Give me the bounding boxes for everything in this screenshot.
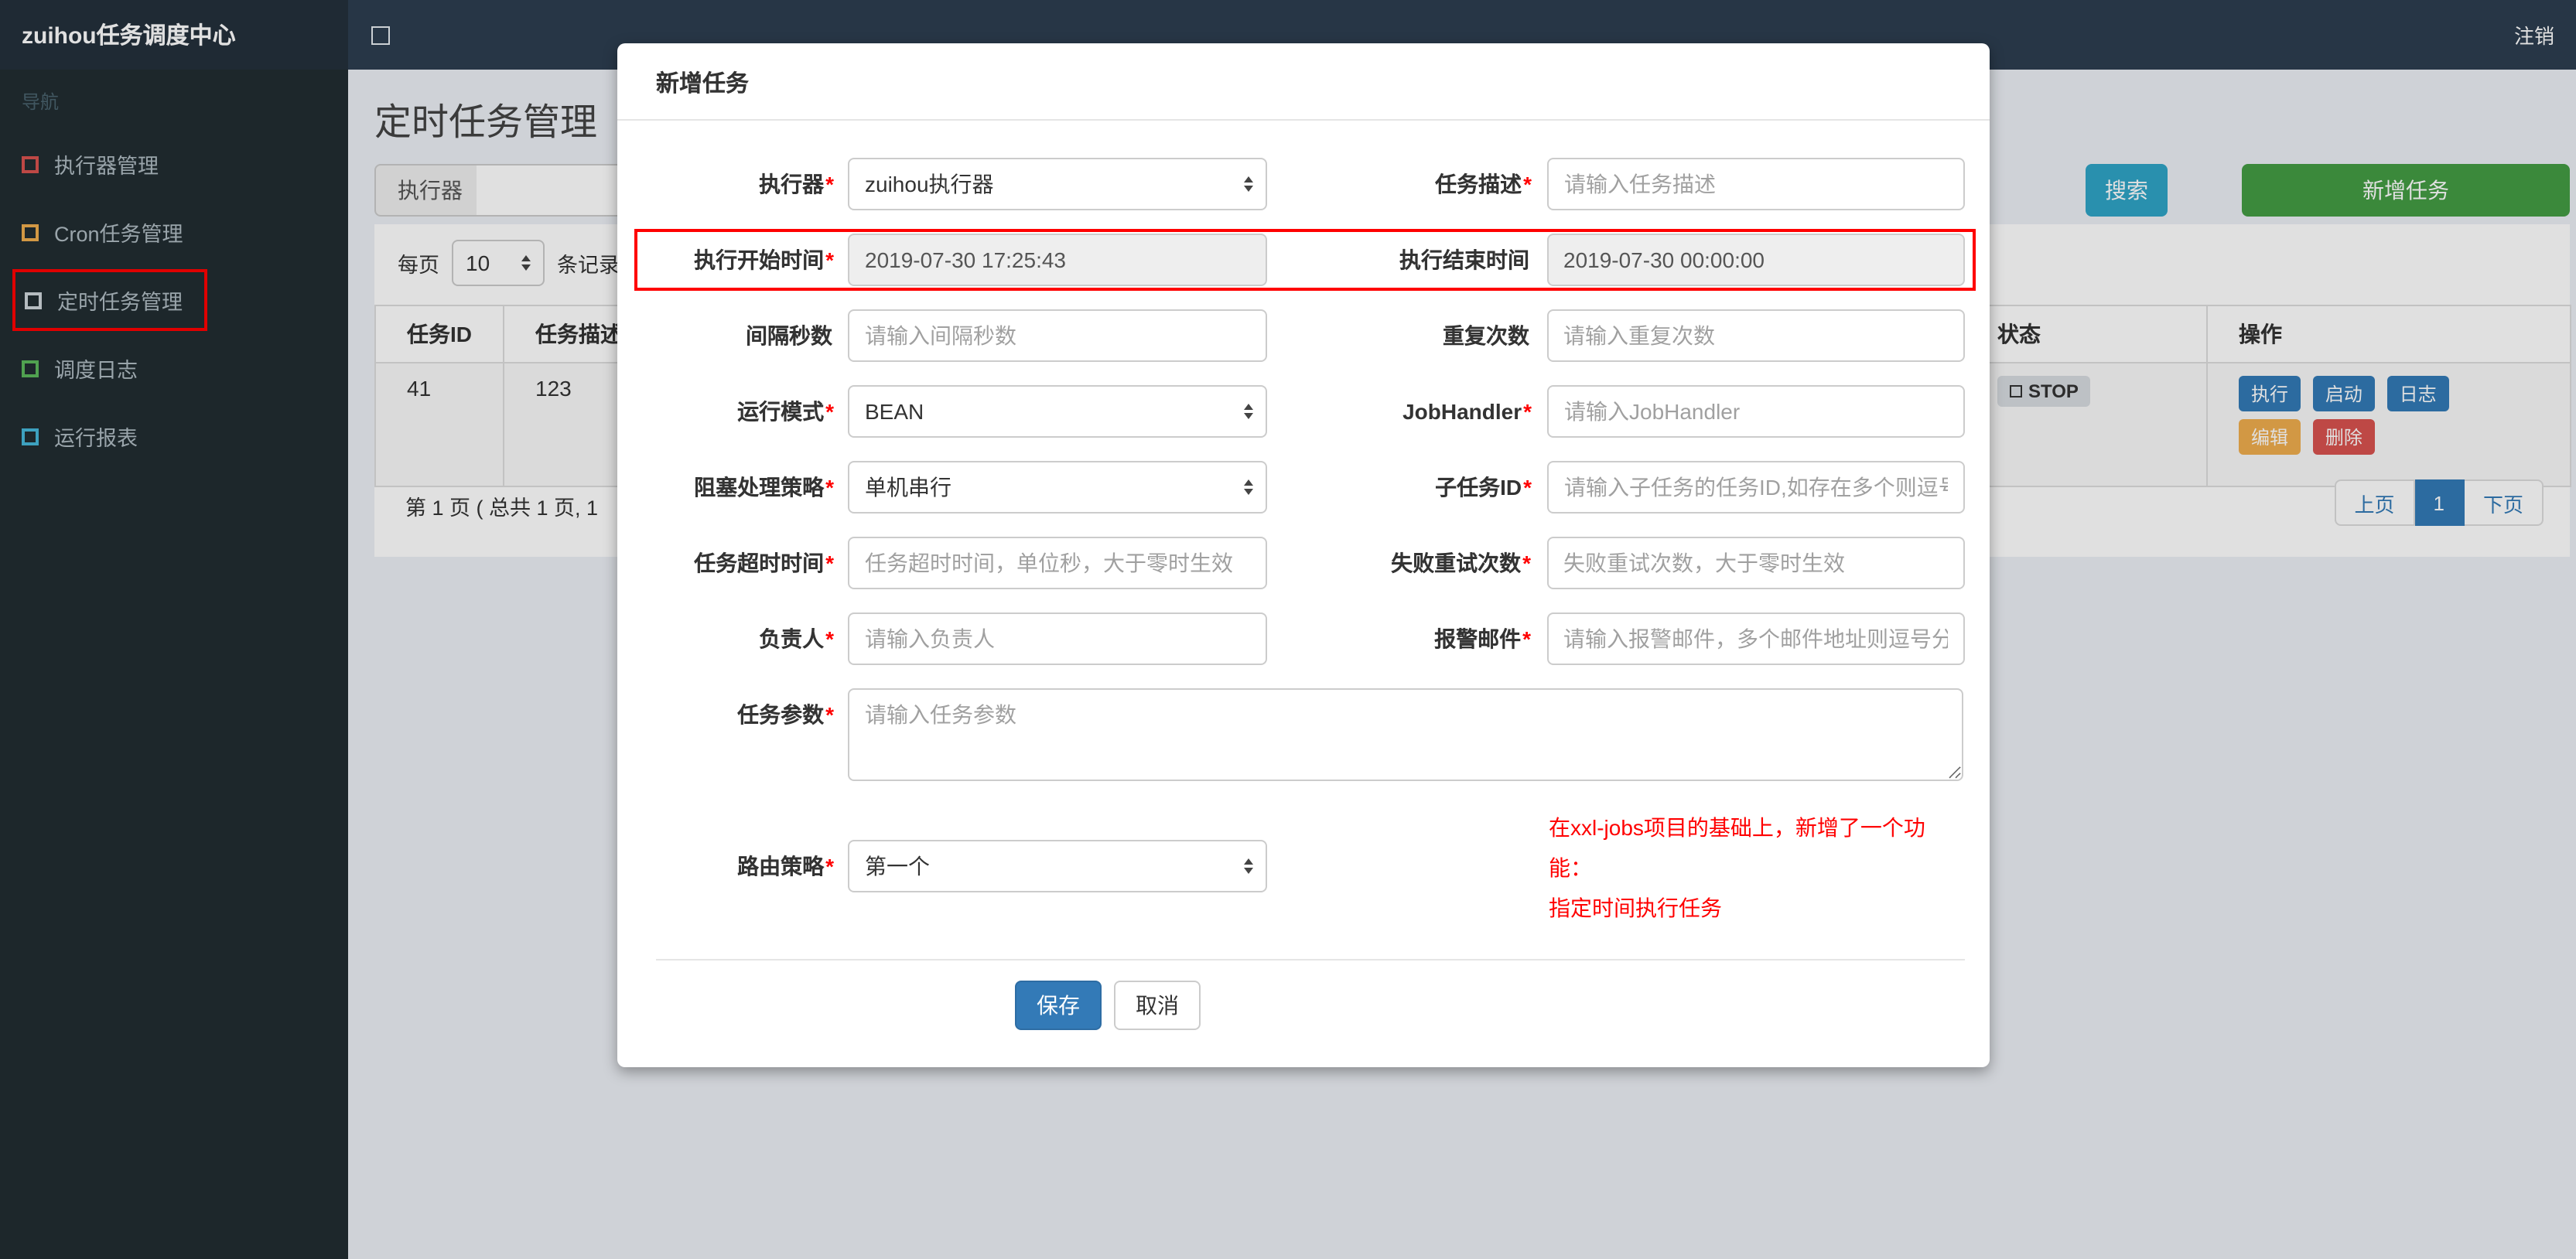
form-row-route-strategy: 路由策略 * 第一个 在xxl-jobs项目的基础上，新增了一个功能： 指定时间执… [656, 804, 1965, 928]
form-row-task-params: 任务参数 * [656, 688, 1965, 781]
form-row-executor: 执行器 * zuihou执行器 任务描述 * [656, 158, 1965, 210]
form-row-timeout: 任务超时时间* 失败重试次数* [656, 537, 1965, 589]
form-row-interval: 间隔秒数 重复次数 [656, 309, 1965, 362]
owner-input[interactable] [848, 612, 1266, 665]
timeout-label: 任务超时时间 * [694, 551, 834, 575]
jobhandler-label: JobHandler * [1402, 399, 1532, 424]
task-desc-label: 任务描述 * [1435, 172, 1532, 196]
child-task-id-label: 子任务ID * [1435, 475, 1532, 500]
select-arrows-icon [1244, 479, 1253, 495]
note-text: 在xxl-jobs项目的基础上，新增了一个功能： 指定时间执行任务 [1549, 815, 1925, 920]
block-strategy-label: 阻塞处理策略 * [694, 475, 834, 500]
repeat-count-label: 重复次数 [1443, 323, 1529, 348]
task-params-textarea[interactable] [848, 688, 1963, 781]
repeat-count-input[interactable] [1546, 309, 1965, 362]
form-row-run-mode: 运行模式 * BEAN JobHandler * [656, 385, 1965, 438]
modal-title: 新增任务 [656, 71, 750, 97]
save-button[interactable]: 保存 [1015, 981, 1102, 1030]
route-strategy-label: 路由策略 * [737, 854, 834, 879]
form-row-block-strategy: 阻塞处理策略 * 单机串行 子任务ID * [656, 461, 1965, 513]
owner-label: 负责人 * [759, 626, 834, 651]
form-row-exec-time: 执行开始时间* 执行结束时间 [634, 229, 1976, 291]
executor-select[interactable]: zuihou执行器 [848, 158, 1267, 210]
task-desc-input[interactable] [1547, 158, 1965, 210]
retry-count-label: 失败重试次数 * [1391, 551, 1531, 575]
start-time-input[interactable] [848, 234, 1266, 286]
modal-body: 执行器* zuihou执行器 任务描述* 执行开始时间* 执行结束时间 间隔秒数 [617, 121, 1990, 1030]
select-arrows-icon [1244, 404, 1253, 419]
executor-label: 执行器 * [759, 172, 834, 196]
run-mode-select[interactable]: BEAN [848, 385, 1267, 438]
modal-header: 新增任务 [617, 43, 1990, 121]
retry-count-input[interactable] [1546, 537, 1965, 589]
alarm-email-input[interactable] [1546, 612, 1965, 665]
task-params-label: 任务参数 * [737, 702, 834, 727]
modal-footer-divider [656, 959, 1965, 960]
form-row-owner: 负责人* 报警邮件* [656, 612, 1965, 665]
app-root: zuihou任务调度中心 注销 导航 执行器管理 Cron任务管理 定时任务管理… [0, 0, 2576, 1259]
add-task-modal: 新增任务 执行器* zuihou执行器 任务描述* 执行开始时间* 执行结束时间 [617, 43, 1990, 1067]
jobhandler-input[interactable] [1547, 385, 1965, 438]
end-time-label: 执行结束时间 [1399, 247, 1529, 272]
child-task-id-input[interactable] [1547, 461, 1965, 513]
end-time-input[interactable] [1546, 234, 1965, 286]
block-strategy-select[interactable]: 单机串行 [848, 461, 1267, 513]
timeout-input[interactable] [848, 537, 1266, 589]
select-arrows-icon [1244, 176, 1253, 192]
interval-label: 间隔秒数 [746, 323, 832, 348]
select-arrows-icon [1244, 858, 1253, 874]
alarm-email-label: 报警邮件 * [1434, 626, 1531, 651]
run-mode-label: 运行模式 * [737, 399, 834, 424]
modal-footer: 保存 取消 [1015, 981, 1965, 1030]
interval-seconds-input[interactable] [848, 309, 1266, 362]
cancel-button[interactable]: 取消 [1114, 981, 1201, 1030]
start-time-label: 执行开始时间 * [694, 247, 834, 272]
route-strategy-select[interactable]: 第一个 [848, 840, 1267, 892]
